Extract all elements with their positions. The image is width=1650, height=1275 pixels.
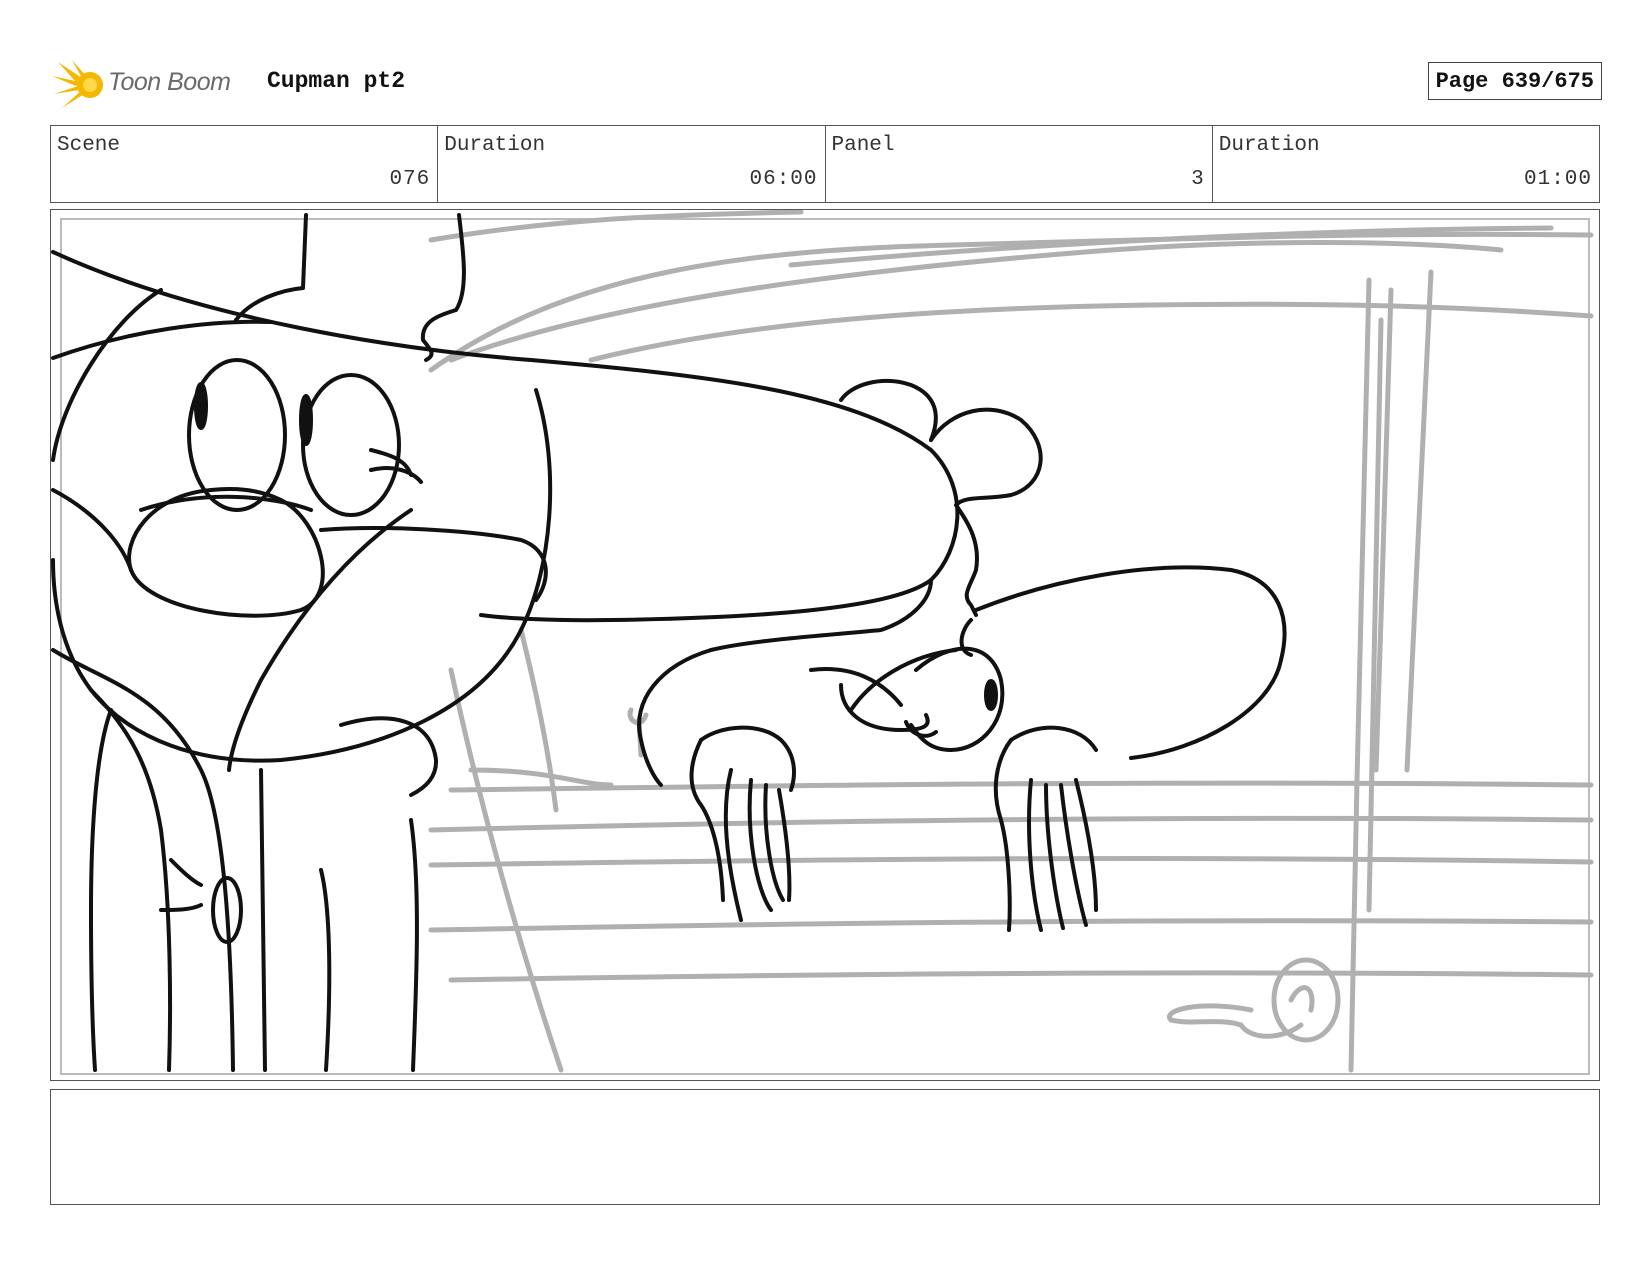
storyboard-header: Toon Boom Cupman pt2 Page 639/675 bbox=[52, 56, 1602, 108]
starburst-icon bbox=[52, 60, 103, 108]
panel-label: Panel bbox=[831, 134, 895, 157]
toon-boom-logo: Toon Boom bbox=[52, 58, 252, 110]
panel-notes-box[interactable] bbox=[50, 1089, 1600, 1205]
scene-value: 076 bbox=[389, 168, 431, 191]
scene-duration-value: 06:00 bbox=[749, 168, 818, 191]
logo-text: Toon Boom bbox=[108, 68, 231, 96]
panel-cell: Panel 3 bbox=[826, 126, 1213, 202]
panel-value: 3 bbox=[1191, 168, 1205, 191]
scene-info-row: Scene 076 Duration 06:00 Panel 3 Duratio… bbox=[50, 125, 1600, 203]
panel-duration-cell: Duration 01:00 bbox=[1213, 126, 1599, 202]
panel-duration-value: 01:00 bbox=[1523, 168, 1592, 191]
panel-drawing bbox=[51, 210, 1594, 1075]
background-rough-sketch bbox=[428, 210, 1594, 1073]
project-title: Cupman pt2 bbox=[267, 68, 406, 94]
scene-duration-cell: Duration 06:00 bbox=[438, 126, 826, 202]
scene-cell: Scene 076 bbox=[51, 126, 439, 202]
scene-duration-label: Duration bbox=[444, 134, 546, 157]
storyboard-panel bbox=[50, 209, 1600, 1081]
panel-duration-label: Duration bbox=[1218, 134, 1320, 157]
scene-label: Scene bbox=[57, 134, 121, 157]
creature-sketch bbox=[637, 378, 1287, 932]
page-number: Page 639/675 bbox=[1427, 62, 1602, 100]
